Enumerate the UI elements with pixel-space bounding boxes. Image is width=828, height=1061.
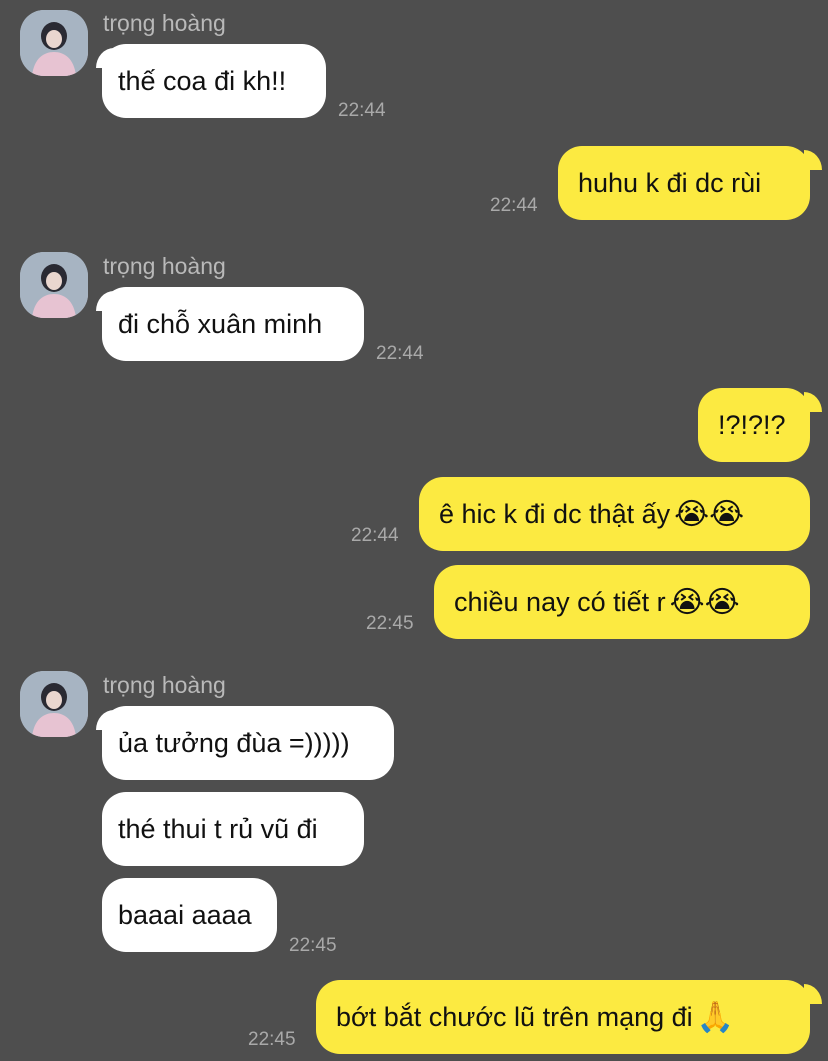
sender-name: trọng hoàng bbox=[103, 672, 226, 698]
message-text: baaai aaaa bbox=[118, 899, 252, 930]
message-time: 22:44 bbox=[490, 195, 538, 216]
avatar-image bbox=[20, 10, 88, 76]
bubble-tail bbox=[804, 150, 822, 170]
message-bubble[interactable]: baaai aaaa bbox=[102, 878, 277, 952]
message-text: !?!?!? bbox=[718, 409, 786, 440]
message-bubble[interactable]: ê hic k đi dc thật ấy 😭😭 bbox=[419, 477, 810, 551]
crying-face-emoji: 😭😭 bbox=[674, 497, 745, 531]
message-text: chiều nay có tiết r bbox=[454, 586, 666, 617]
message-bubble[interactable]: thế coa đi kh!! bbox=[102, 44, 326, 118]
message-text: huhu k đi dc rùi bbox=[578, 167, 762, 198]
message-time: 22:45 bbox=[366, 613, 414, 634]
message-bubble[interactable]: huhu k đi dc rùi bbox=[558, 146, 810, 220]
avatar-image bbox=[20, 671, 88, 737]
message-time: 22:44 bbox=[338, 100, 386, 121]
folded-hands-emoji: 🙏 bbox=[696, 1000, 735, 1034]
contact-avatar[interactable] bbox=[20, 252, 88, 318]
message-text: ủa tưởng đùa =))))) bbox=[118, 727, 350, 758]
message-bubble[interactable]: bớt bắt chước lũ trên mạng đi 🙏 bbox=[316, 980, 810, 1054]
message-text: ê hic k đi dc thật ấy bbox=[439, 498, 671, 529]
message-time: 22:45 bbox=[289, 935, 337, 956]
contact-avatar[interactable] bbox=[20, 671, 88, 737]
message-bubble[interactable]: chiều nay có tiết r 😭😭 bbox=[434, 565, 810, 639]
message-bubble[interactable]: đi chỗ xuân minh bbox=[102, 287, 364, 361]
message-time: 22:44 bbox=[376, 343, 424, 364]
avatar-image bbox=[20, 252, 88, 318]
message-text: bớt bắt chước lũ trên mạng đi bbox=[336, 1001, 693, 1032]
bubble-tail bbox=[804, 984, 822, 1004]
message-bubble[interactable]: !?!?!? bbox=[698, 388, 810, 462]
bubble-tail bbox=[804, 392, 822, 412]
sender-name: trọng hoàng bbox=[103, 253, 226, 279]
crying-face-emoji: 😭😭 bbox=[669, 585, 740, 619]
message-text: thé thui t rủ vũ đi bbox=[118, 813, 318, 844]
message-text: thế coa đi kh!! bbox=[118, 65, 287, 96]
contact-avatar[interactable] bbox=[20, 10, 88, 76]
message-time: 22:44 bbox=[351, 525, 399, 546]
message-bubble[interactable]: ủa tưởng đùa =))))) bbox=[102, 706, 394, 780]
sender-name: trọng hoàng bbox=[103, 10, 226, 36]
message-time: 22:45 bbox=[248, 1029, 296, 1050]
message-text: đi chỗ xuân minh bbox=[118, 308, 323, 339]
message-bubble[interactable]: thé thui t rủ vũ đi bbox=[102, 792, 364, 866]
